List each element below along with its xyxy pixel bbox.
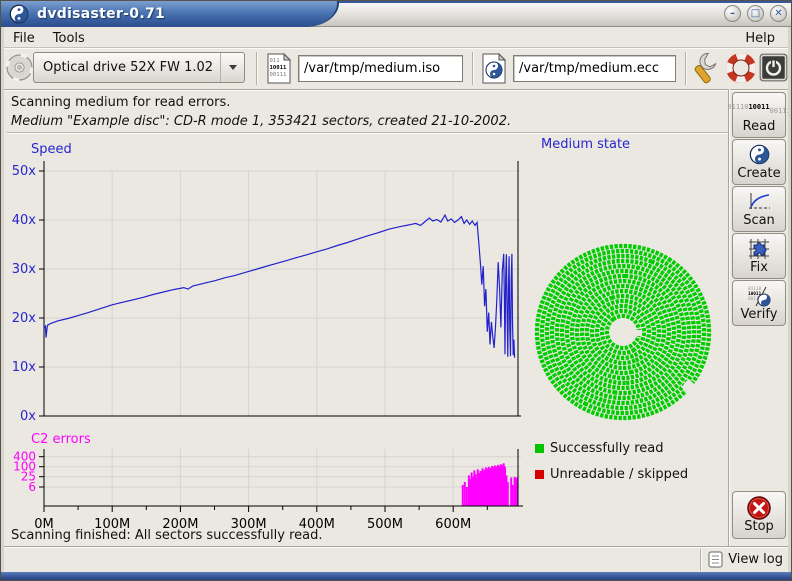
- preferences-icon[interactable]: [693, 52, 723, 85]
- app-window: dvdisaster-0.71 – □ ✕ File Tools Help Op…: [0, 0, 792, 581]
- viewlog-divider: [700, 549, 702, 571]
- toolbar-divider: [4, 89, 788, 91]
- chevron-down-icon: [229, 65, 237, 70]
- title-bar[interactable]: dvdisaster-0.71 – □ ✕: [1, 1, 792, 27]
- view-log-button[interactable]: View log: [708, 551, 783, 568]
- scan-result-text: Scanning finished: All sectors successfu…: [11, 528, 323, 543]
- panel-divider: [728, 89, 730, 546]
- scan-button[interactable]: Scan: [732, 186, 786, 232]
- speed-y-tick: 0x: [20, 409, 36, 424]
- headline-text: Scanning medium for read errors.: [11, 93, 511, 112]
- window-frame-bottom: [1, 572, 791, 580]
- speed-y-tick: 30x: [12, 262, 37, 277]
- drive-selector-value: Optical drive 52X FW 1.02: [34, 60, 220, 75]
- read-button[interactable]: 011101001100111 Read: [732, 92, 786, 138]
- iso-file-input[interactable]: [298, 55, 463, 82]
- legend-swatch-red: [535, 470, 544, 479]
- speed-line: [44, 215, 515, 358]
- menu-help[interactable]: Help: [736, 30, 784, 47]
- window-title: dvdisaster-0.71: [37, 6, 165, 22]
- c2-y-tick: 6: [28, 480, 36, 494]
- speed-y-tick: 10x: [12, 360, 37, 375]
- legend-item-read: Successfully read: [535, 441, 663, 456]
- status-headline: Scanning medium for read errors. Medium …: [11, 93, 511, 131]
- statusbar-divider: [1, 546, 791, 548]
- svg-text:011: 011: [270, 58, 280, 64]
- title-tab: dvdisaster-0.71: [1, 1, 339, 27]
- ecc-file-input[interactable]: [513, 55, 676, 82]
- menu-file[interactable]: File: [4, 30, 44, 47]
- minimize-button[interactable]: –: [724, 5, 741, 22]
- x-axis-tick: 500M: [367, 517, 403, 532]
- create-button[interactable]: Create: [732, 139, 786, 185]
- medium-state-title: Medium state: [541, 137, 630, 152]
- stop-button[interactable]: Stop: [732, 491, 786, 539]
- fix-button[interactable]: Fix: [732, 233, 786, 279]
- headline-divider: [7, 132, 728, 134]
- window-frame-right: [788, 27, 791, 572]
- app-icon: [9, 4, 29, 24]
- read-icon: 011101001100111: [727, 97, 790, 119]
- legend-swatch-green: [535, 444, 544, 453]
- window-frame-left: [1, 27, 4, 572]
- toolbar-divider: [256, 52, 258, 85]
- menu-bar: File Tools Help: [4, 28, 788, 48]
- iso-file-icon: 011 10011 00111: [267, 53, 291, 84]
- create-icon: [749, 144, 770, 166]
- quit-icon[interactable]: [759, 53, 788, 82]
- medium-info-text: Medium "Example disc": CD-R mode 1, 3534…: [11, 112, 511, 131]
- ecc-file-icon: [482, 53, 506, 84]
- action-button-column: 011101001100111 Read Create: [732, 92, 786, 327]
- speed-y-tick: 20x: [12, 311, 37, 326]
- medium-state-disc: [533, 242, 713, 422]
- x-axis-tick: 600M: [435, 517, 471, 532]
- c2-chart-title: C2 errors: [31, 432, 91, 447]
- drive-selector[interactable]: Optical drive 52X FW 1.02: [33, 52, 245, 83]
- toolbar: Optical drive 52X FW 1.02 011 10011 0011…: [4, 49, 788, 89]
- speed-chart-title: Speed: [31, 142, 72, 157]
- stop-icon: [747, 497, 771, 519]
- drive-icon[interactable]: [5, 53, 34, 82]
- toolbar-divider: [685, 52, 687, 85]
- legend-label: Unreadable / skipped: [550, 467, 688, 482]
- fix-icon: [748, 238, 770, 260]
- drive-selector-arrow[interactable]: [220, 53, 244, 82]
- maximize-button[interactable]: □: [747, 5, 764, 22]
- legend-item-unreadable: Unreadable / skipped: [535, 467, 688, 482]
- help-icon[interactable]: [726, 52, 756, 84]
- legend-label: Successfully read: [550, 441, 663, 456]
- verify-icon: 01110 10011 00111: [746, 285, 772, 307]
- view-log-label: View log: [728, 552, 783, 567]
- svg-text:10011: 10011: [270, 65, 287, 71]
- menu-tools[interactable]: Tools: [44, 30, 94, 47]
- scan-charts: SpeedC2 errors0x10x20x30x40x50x400100256…: [9, 135, 533, 535]
- speed-y-tick: 50x: [12, 164, 37, 179]
- toolbar-divider: [472, 52, 474, 85]
- close-button[interactable]: ✕: [770, 5, 787, 22]
- view-log-icon: [708, 551, 723, 568]
- verify-button[interactable]: 01110 10011 00111 Verify: [732, 280, 786, 326]
- svg-text:00111: 00111: [270, 72, 287, 78]
- speed-y-tick: 40x: [12, 213, 37, 228]
- scan-icon: [747, 191, 771, 213]
